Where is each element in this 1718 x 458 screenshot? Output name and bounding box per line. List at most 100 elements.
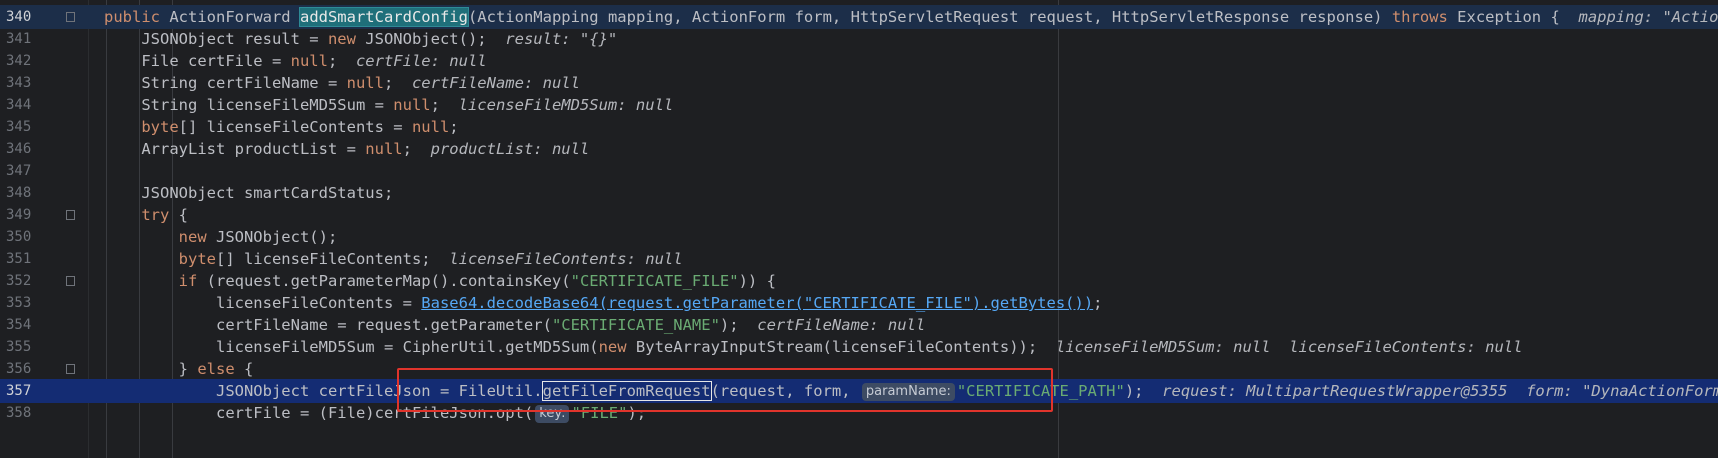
code-line[interactable]: 340 public ActionForward addSmartCardConf… <box>0 5 1718 29</box>
code-token: null <box>411 118 450 136</box>
code-link[interactable]: Base64.decodeBase64(request.getParameter… <box>421 294 1093 312</box>
code-token: ; <box>327 52 356 70</box>
code-text: if (request.getParameterMap().containsKe… <box>104 269 776 293</box>
code-token: "CERTIFICATE_FILE" <box>570 272 739 290</box>
code-token: ; <box>1093 294 1103 312</box>
inline-debug-value: certFileName: null <box>411 74 580 92</box>
code-token: byte <box>178 250 216 268</box>
code-token: throws <box>1391 8 1458 26</box>
code-line[interactable]: 351 byte[] licenseFileContents; licenseF… <box>0 247 1718 271</box>
code-text: File certFile = null; certFile: null <box>104 49 486 73</box>
line-number[interactable]: 345 <box>0 115 50 139</box>
line-number[interactable]: 350 <box>0 225 50 249</box>
line-number[interactable]: 356 <box>0 357 50 381</box>
code-token: addSmartCardConfig <box>298 7 469 27</box>
code-token: null <box>393 96 431 114</box>
code-line[interactable]: 346 ArrayList productList = null; produc… <box>0 137 1718 161</box>
code-token: (request.getParameterMap().containsKey( <box>197 272 571 290</box>
inline-debug-value: licenseFileMD5Sum: null licenseFileConte… <box>1055 338 1523 356</box>
inline-debug-value: result: "{}" <box>505 30 618 48</box>
code-line[interactable]: 350 new JSONObject(); <box>0 225 1718 249</box>
code-token: public <box>104 8 170 26</box>
code-token: null <box>290 52 328 70</box>
fold-toggle-icon[interactable] <box>66 12 75 22</box>
line-number[interactable]: 348 <box>0 181 50 205</box>
code-token: (ActionMapping mapping, ActionForm form,… <box>467 8 1392 26</box>
code-token: JSONObject(); <box>365 30 506 48</box>
annotation-highlight-box <box>397 368 1053 412</box>
inline-debug-value: certFileName: null <box>757 316 926 334</box>
line-number[interactable]: 349 <box>0 203 50 227</box>
code-text: String licenseFileMD5Sum = null; license… <box>104 93 673 117</box>
code-line[interactable]: 348 JSONObject smartCardStatus; <box>0 181 1718 205</box>
inline-debug-value: request: MultipartRequestWrapper@5355 fo… <box>1162 382 1718 400</box>
code-token: ArrayList productList = <box>104 140 366 158</box>
code-token: [] licenseFileContents = <box>178 118 412 136</box>
line-number[interactable]: 352 <box>0 269 50 293</box>
line-number[interactable]: 340 <box>0 5 50 29</box>
code-line[interactable]: 354 certFileName = request.getParameter(… <box>0 313 1718 337</box>
code-token: JSONObject smartCardStatus; <box>104 184 394 202</box>
code-line[interactable]: 341 JSONObject result = new JSONObject()… <box>0 27 1718 51</box>
code-token: ); <box>719 316 758 334</box>
code-line[interactable]: 343 String certFileName = null; certFile… <box>0 71 1718 95</box>
line-number[interactable]: 355 <box>0 335 50 359</box>
code-line[interactable]: 344 String licenseFileMD5Sum = null; lic… <box>0 93 1718 117</box>
code-token: null <box>346 74 384 92</box>
code-line[interactable]: 355 licenseFileMD5Sum = CipherUtil.getMD… <box>0 335 1718 359</box>
line-number[interactable]: 351 <box>0 247 50 271</box>
fold-toggle-icon[interactable] <box>66 276 75 286</box>
code-token: JSONObject(); <box>215 228 338 246</box>
code-token: JSONObject result = <box>104 30 328 48</box>
code-token: String certFileName = <box>104 74 347 92</box>
fold-toggle-icon[interactable] <box>66 210 75 220</box>
code-token: ; <box>402 140 431 158</box>
code-token: licenseFileMD5Sum = CipherUtil.getMD5Sum… <box>104 338 599 356</box>
code-text: new JSONObject(); <box>104 225 338 249</box>
line-number[interactable]: 343 <box>0 71 50 95</box>
fold-toggle-icon[interactable] <box>66 364 75 374</box>
code-token: new <box>327 30 366 48</box>
code-token: } <box>104 360 198 378</box>
code-token: )) { <box>738 272 776 290</box>
code-token: [] licenseFileContents; <box>215 250 450 268</box>
code-text: JSONObject smartCardStatus; <box>104 181 393 205</box>
inline-debug-value: mapping: "ActionConf <box>1578 8 1718 26</box>
code-text: certFileName = request.getParameter("CER… <box>104 313 925 337</box>
code-token: String licenseFileMD5Sum = <box>104 96 394 114</box>
code-token: "CERTIFICATE_NAME" <box>551 316 720 334</box>
line-number[interactable]: 347 <box>0 159 50 183</box>
code-line[interactable]: 353 licenseFileContents = Base64.decodeB… <box>0 291 1718 315</box>
line-number[interactable]: 341 <box>0 27 50 51</box>
code-token: byte <box>141 118 179 136</box>
line-number[interactable]: 353 <box>0 291 50 315</box>
code-token: null <box>365 140 403 158</box>
line-number[interactable]: 342 <box>0 49 50 73</box>
code-token: ; <box>383 74 412 92</box>
code-token: ByteArrayInputStream(licenseFileContents… <box>635 338 1056 356</box>
code-token: new <box>598 338 636 356</box>
code-line[interactable]: 342 File certFile = null; certFile: null <box>0 49 1718 73</box>
code-token: new <box>178 228 216 246</box>
line-number[interactable]: 346 <box>0 137 50 161</box>
code-text: licenseFileContents = Base64.decodeBase6… <box>104 291 1103 315</box>
code-token: File certFile = <box>104 52 291 70</box>
code-token: ); <box>1124 382 1163 400</box>
code-text: byte[] licenseFileContents = null; <box>104 115 458 139</box>
code-line[interactable]: 352 if (request.getParameterMap().contai… <box>0 269 1718 293</box>
code-line[interactable]: 345 byte[] licenseFileContents = null; <box>0 115 1718 139</box>
line-number[interactable]: 344 <box>0 93 50 117</box>
code-text: JSONObject result = new JSONObject(); re… <box>104 27 617 51</box>
code-line[interactable]: 347 <box>0 159 1718 183</box>
line-number[interactable]: 357 <box>0 379 50 403</box>
line-number[interactable]: 354 <box>0 313 50 337</box>
code-token: ; <box>430 96 459 114</box>
code-token: ActionForward <box>169 8 300 26</box>
code-line[interactable]: 349 try { <box>0 203 1718 227</box>
line-number[interactable]: 358 <box>0 401 50 425</box>
code-token: { <box>234 360 254 378</box>
code-text: public ActionForward addSmartCardConfig(… <box>104 5 1718 29</box>
